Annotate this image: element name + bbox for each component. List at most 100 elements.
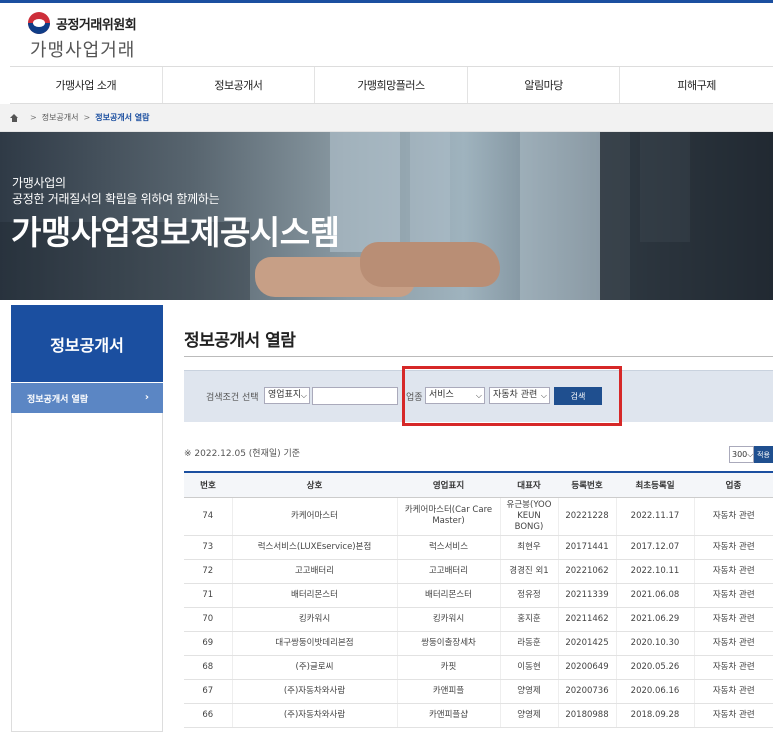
cell-representative: 유근봉(YOO KEUN BONG) xyxy=(500,497,559,536)
cell-representative: 홍지훈 xyxy=(500,607,559,632)
column-header[interactable]: 업종 xyxy=(694,471,773,498)
search-keyword-input[interactable] xyxy=(312,387,398,405)
sidebar-panel xyxy=(11,413,163,732)
cell-reg-number: 20200649 xyxy=(558,655,617,680)
cell-industry: 자동차 관련 xyxy=(694,655,773,680)
banner-subtitle-1: 가맹사업의 xyxy=(12,176,66,190)
cell-brand[interactable]: 카앤피플샵 xyxy=(397,703,501,728)
cell-number: 68 xyxy=(184,655,233,680)
cell-industry: 자동차 관련 xyxy=(694,679,773,704)
cell-first-reg-date: 2020.10.30 xyxy=(616,631,695,656)
search-condition-select[interactable]: 영업표지 ⌵ xyxy=(264,387,310,404)
table-row[interactable]: 72 고고배터리 고고배터리 경경진 외1 20221062 2022.10.1… xyxy=(184,559,773,584)
cell-industry: 자동차 관련 xyxy=(694,631,773,656)
table-row[interactable]: 69 대구쌍둥이밧데리본점 쌍둥이출장세차 라동훈 20201425 2020.… xyxy=(184,631,773,656)
cell-representative: 경경진 외1 xyxy=(500,559,559,584)
breadcrumb-item[interactable]: 정보공개서 xyxy=(42,112,79,123)
cell-company[interactable]: 킹카워시 xyxy=(232,607,398,632)
cell-reg-number: 20221062 xyxy=(558,559,617,584)
date-note: ※ 2022.12.05 (현재일) 기준 xyxy=(184,449,301,459)
org-name: 공정거래위원회 xyxy=(56,17,137,33)
cell-company[interactable]: 카케어마스터 xyxy=(232,497,398,536)
disclosure-table: 번호 상호 영업표지 대표자 등록번호 최초등록일 업종 74 카케어마스터 카… xyxy=(184,471,773,728)
cell-industry: 자동차 관련 xyxy=(694,607,773,632)
chevron-down-icon: ⌵ xyxy=(747,450,754,459)
nav-item-franchise-intro[interactable]: 가맹사업 소개 xyxy=(10,67,163,103)
cell-first-reg-date: 2022.11.17 xyxy=(616,497,695,536)
cell-company[interactable]: 대구쌍둥이밧데리본점 xyxy=(232,631,398,656)
cell-industry: 자동차 관련 xyxy=(694,559,773,584)
column-header[interactable]: 영업표지 xyxy=(397,471,500,498)
cell-representative: 라동훈 xyxy=(500,631,559,656)
cell-brand[interactable]: 쌍둥이출장세차 xyxy=(397,631,501,656)
apply-button[interactable]: 적용 xyxy=(754,446,773,463)
table-row[interactable]: 67 (주)자동차와사람 카앤피플 양영제 20200736 2020.06.1… xyxy=(184,679,773,704)
cell-representative: 최현우 xyxy=(500,535,559,560)
search-condition-label: 검색조건 선택 xyxy=(206,393,259,403)
breadcrumb: > 정보공개서 > 정보공개서 열람 xyxy=(0,104,773,132)
cell-company[interactable]: 럭스서비스(LUXEservice)본점 xyxy=(232,535,398,560)
cell-reg-number: 20221228 xyxy=(558,497,617,536)
cell-number: 67 xyxy=(184,679,233,704)
cell-brand[interactable]: 카앤피플 xyxy=(397,679,501,704)
cell-reg-number: 20180988 xyxy=(558,703,617,728)
cell-company[interactable]: 배터리몬스터 xyxy=(232,583,398,608)
chevron-right-icon: › xyxy=(144,392,149,403)
cell-brand[interactable]: 고고배터리 xyxy=(397,559,501,584)
nav-item-disclosure[interactable]: 정보공개서 xyxy=(163,67,316,103)
cell-number: 69 xyxy=(184,631,233,656)
cell-reg-number: 20211462 xyxy=(558,607,617,632)
cell-company[interactable]: (주)글로씨 xyxy=(232,655,398,680)
column-header[interactable]: 최초등록일 xyxy=(616,471,694,498)
cell-company[interactable]: (주)자동차와사람 xyxy=(232,703,398,728)
table-row[interactable]: 68 (주)글로씨 카핏 이동현 20200649 2020.05.26 자동차… xyxy=(184,655,773,680)
breadcrumb-separator: > xyxy=(83,113,91,122)
banner-subtitle-2: 공정한 거래질서의 확립을 위하여 함께하는 xyxy=(12,192,220,206)
column-header[interactable]: 상호 xyxy=(232,471,397,498)
breadcrumb-current: 정보공개서 열람 xyxy=(95,113,150,122)
table-row[interactable]: 66 (주)자동차와사람 카앤피플샵 양영제 20180988 2018.09.… xyxy=(184,703,773,728)
cell-first-reg-date: 2022.10.11 xyxy=(616,559,695,584)
per-page-select[interactable]: 300⌵ xyxy=(729,446,754,463)
table-row[interactable]: 73 럭스서비스(LUXEservice)본점 럭스서비스 최현우 201714… xyxy=(184,535,773,560)
breadcrumb-separator: > xyxy=(30,113,37,122)
cell-brand[interactable]: 카케어마스터(Car Care Master) xyxy=(397,497,501,536)
cell-number: 73 xyxy=(184,535,233,560)
title-divider xyxy=(184,356,773,357)
top-accent-bar xyxy=(0,0,773,3)
cell-brand[interactable]: 킹카워시 xyxy=(397,607,501,632)
column-header[interactable]: 등록번호 xyxy=(558,471,616,498)
table-row[interactable]: 74 카케어마스터 카케어마스터(Car Care Master) 유근봉(YO… xyxy=(184,497,773,536)
cell-industry: 자동차 관련 xyxy=(694,583,773,608)
cell-representative: 양영제 xyxy=(500,703,559,728)
cell-number: 70 xyxy=(184,607,233,632)
cell-company[interactable]: 고고배터리 xyxy=(232,559,398,584)
cell-brand[interactable]: 배터리몬스터 xyxy=(397,583,501,608)
sidebar-item-disclosure-view[interactable]: 정보공개서 열람 › xyxy=(11,383,163,413)
cell-brand[interactable]: 럭스서비스 xyxy=(397,535,501,560)
sidebar-heading: 정보공개서 xyxy=(11,305,163,382)
cell-reg-number: 20171441 xyxy=(558,535,617,560)
cell-brand[interactable]: 카핏 xyxy=(397,655,501,680)
column-header[interactable]: 대표자 xyxy=(500,471,558,498)
table-row[interactable]: 71 배터리몬스터 배터리몬스터 정유정 20211339 2021.06.08… xyxy=(184,583,773,608)
column-header[interactable]: 번호 xyxy=(184,471,232,498)
cell-industry: 자동차 관련 xyxy=(694,535,773,560)
cell-number: 72 xyxy=(184,559,233,584)
chevron-down-icon: ⌵ xyxy=(300,391,307,400)
table-row[interactable]: 70 킹카워시 킹카워시 홍지훈 20211462 2021.06.29 자동차… xyxy=(184,607,773,632)
hero-banner: 가맹사업의 공정한 거래질서의 확립을 위하여 함께하는 가맹사업정보제공시스템 xyxy=(0,132,773,300)
nav-item-damage-relief[interactable]: 피해구제 xyxy=(620,67,773,103)
cell-first-reg-date: 2020.05.26 xyxy=(616,655,695,680)
cell-first-reg-date: 2017.12.07 xyxy=(616,535,695,560)
site-logo[interactable]: 공정거래위원회 가맹사업거래 xyxy=(28,12,137,62)
nav-item-hope-plus[interactable]: 가맹희망플러스 xyxy=(315,67,468,103)
home-icon[interactable] xyxy=(10,113,19,122)
site-name: 가맹사업거래 xyxy=(30,40,136,61)
cell-number: 71 xyxy=(184,583,233,608)
sidebar-item-label: 정보공개서 열람 xyxy=(27,394,89,405)
nav-item-notice[interactable]: 알림마당 xyxy=(468,67,621,103)
cell-company[interactable]: (주)자동차와사람 xyxy=(232,679,398,704)
main-nav: 가맹사업 소개 정보공개서 가맹희망플러스 알림마당 피해구제 xyxy=(10,66,773,104)
government-emblem-icon xyxy=(28,12,50,34)
